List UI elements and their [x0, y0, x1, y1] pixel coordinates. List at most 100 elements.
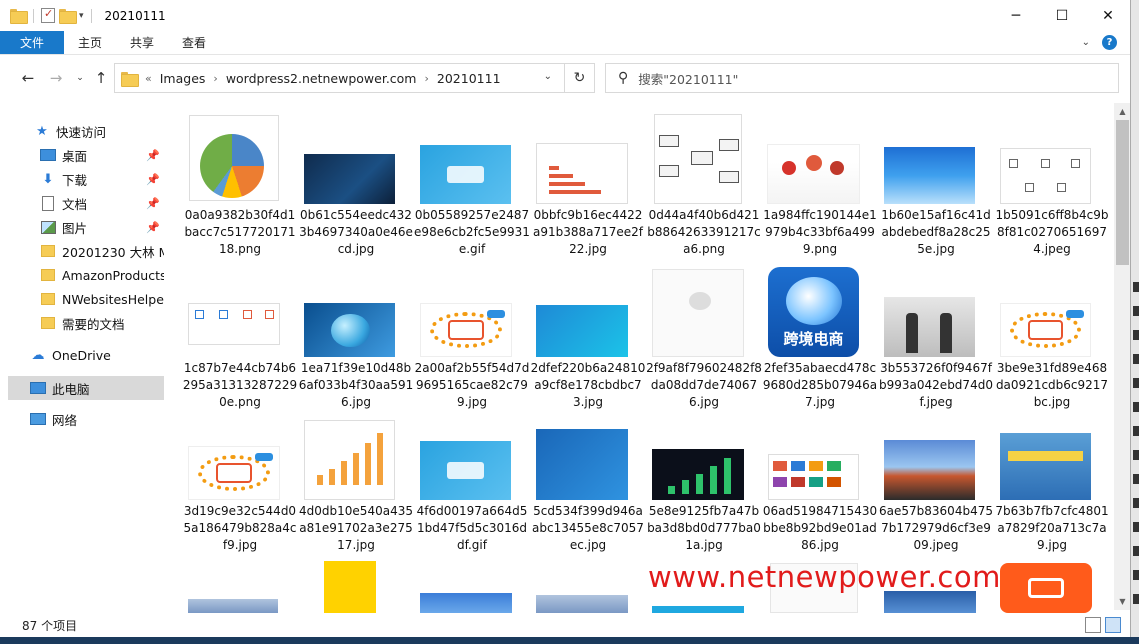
nav-item-downloads[interactable]: ⬇ 下载 📌	[0, 167, 164, 191]
pin-icon[interactable]: 📌	[146, 197, 160, 210]
breadcrumb-item[interactable]: wordpress2.netnewpower.com	[226, 71, 417, 86]
address-dropdown-icon[interactable]: ⌄	[544, 71, 552, 82]
file-name: 5e8e9125fb7a47bba3d8bd0d777ba01a.jpg	[647, 504, 761, 552]
background-window-mark	[1133, 426, 1139, 436]
background-window-mark	[1133, 450, 1139, 460]
status-bar: 87 个项目	[0, 613, 1130, 637]
new-folder-icon[interactable]	[59, 9, 77, 24]
customize-toolbar-dropdown-icon[interactable]: ▾	[79, 11, 84, 21]
file-thumbnail[interactable]	[188, 599, 278, 613]
up-arrow-icon: ↑	[94, 69, 108, 87]
breadcrumb-chevron-icon[interactable]: ›	[425, 72, 429, 85]
file-thumbnail[interactable]	[652, 606, 744, 613]
pin-icon[interactable]: 📌	[146, 221, 160, 234]
thumbnail-caption: 跨境电商	[783, 330, 844, 348]
help-icon[interactable]: ?	[1102, 35, 1117, 50]
refresh-icon: ↻	[573, 70, 586, 86]
forward-button[interactable]: →	[46, 68, 66, 88]
search-box[interactable]: ⚲ 搜索"20210111"	[605, 63, 1119, 93]
close-button[interactable]: ✕	[1085, 0, 1130, 31]
file-thumbnail	[420, 441, 511, 500]
view-switcher	[1085, 617, 1130, 633]
file-thumbnail[interactable]	[324, 561, 376, 613]
nav-label: 需要的文档	[62, 316, 125, 332]
breadcrumb-item[interactable]: 20210111	[437, 71, 501, 86]
background-window-mark	[1133, 546, 1139, 556]
file-thumbnail	[188, 303, 280, 345]
vertical-scrollbar[interactable]: ▲ ▼	[1114, 103, 1130, 610]
folder-icon	[121, 71, 139, 87]
file-name: 2dfef220b6a24810a9cf8e178cbdbc73.jpg	[530, 361, 646, 409]
documents-icon	[40, 195, 56, 211]
file-name: 3b553726f0f9467fb993a042ebd74d0f.jpeg	[879, 361, 993, 409]
breadcrumb-chevron-icon[interactable]: ›	[213, 72, 217, 85]
file-name: 1a984ffc190144e1979b4c33bf6a4999.png	[763, 208, 877, 256]
quick-access-toolbar: ▾	[0, 0, 95, 31]
tab-home[interactable]: 主页	[64, 31, 116, 54]
file-grid: 0a0a9382b30f4d1bacc7c51772017118.png 0b6…	[170, 103, 1114, 613]
nav-item-folder[interactable]: 需要的文档	[0, 311, 164, 335]
address-bar[interactable]: « Images › wordpress2.netnewpower.com › …	[114, 63, 595, 93]
nav-label: 桌面	[62, 148, 88, 164]
folder-icon	[40, 291, 56, 307]
nav-onedrive[interactable]: ☁ OneDrive	[0, 343, 164, 367]
minimize-button[interactable]: ─	[993, 0, 1039, 31]
file-thumbnail[interactable]	[1000, 563, 1092, 613]
properties-icon[interactable]	[41, 7, 55, 23]
refresh-button[interactable]: ↻	[564, 64, 594, 92]
nav-item-folder[interactable]: 20201230 大林 M2	[0, 239, 164, 263]
tab-file[interactable]: 文件	[0, 31, 64, 54]
folder-icon	[40, 315, 56, 331]
background-window-mark	[1133, 594, 1139, 604]
file-name: 3d19c9e32c544d05a186479b828a4cf9.jpg	[183, 504, 297, 552]
tab-share[interactable]: 共享	[116, 31, 168, 54]
nav-label: 快速访问	[56, 124, 107, 140]
computer-icon	[30, 380, 46, 396]
breadcrumb-item[interactable]: Images	[160, 71, 206, 86]
file-thumbnail[interactable]	[420, 593, 512, 613]
ribbon-tabs: 文件 主页 共享 查看 ⌄ ?	[0, 31, 1130, 55]
search-icon: ⚲	[618, 70, 629, 86]
up-button[interactable]: ↑	[91, 68, 111, 88]
file-thumbnail	[884, 297, 975, 357]
file-name: 1b5091c6ff8b4c9b8f81c02706516974.jpeg	[995, 208, 1109, 256]
nav-label: 下载	[62, 172, 88, 188]
background-window-mark	[1133, 354, 1139, 364]
nav-item-folder[interactable]: NWebsitesHelper	[0, 287, 164, 311]
file-thumbnail	[654, 114, 742, 204]
details-view-icon[interactable]	[1085, 617, 1101, 633]
watermark-text: www.netnewpower.com	[648, 560, 1001, 594]
nav-label: 网络	[52, 412, 78, 428]
nav-quick-access[interactable]: ★ 快速访问	[0, 119, 164, 143]
overflow-crumb[interactable]: «	[145, 72, 152, 85]
pin-icon[interactable]: 📌	[146, 173, 160, 186]
pictures-icon	[40, 219, 56, 235]
pin-icon[interactable]: 📌	[146, 149, 160, 162]
nav-item-documents[interactable]: 文档 📌	[0, 191, 164, 215]
file-thumbnail	[536, 143, 628, 204]
nav-label: 图片	[62, 220, 88, 236]
file-thumbnail	[420, 145, 511, 204]
nav-item-desktop[interactable]: 桌面 📌	[0, 143, 164, 167]
background-window-mark	[1133, 570, 1139, 580]
file-name: 0b05589257e2487e98e6cb2fc5e9931e.gif	[414, 208, 530, 256]
maximize-button[interactable]: ☐	[1039, 0, 1085, 31]
large-icons-view-icon[interactable]	[1105, 617, 1121, 633]
scrollbar-thumb[interactable]	[1116, 120, 1129, 265]
file-thumbnail[interactable]	[536, 595, 628, 613]
recent-locations-button[interactable]: ⌄	[70, 68, 90, 88]
tab-view[interactable]: 查看	[168, 31, 220, 54]
nav-network[interactable]: 网络	[0, 407, 164, 431]
nav-item-pictures[interactable]: 图片 📌	[0, 215, 164, 239]
background-window-mark	[1133, 330, 1139, 340]
expand-ribbon-chevron-icon[interactable]: ⌄	[1082, 37, 1090, 48]
folder-icon	[40, 243, 56, 259]
scroll-up-arrow-icon[interactable]: ▲	[1114, 103, 1130, 120]
nav-item-folder[interactable]: AmazonProductsL	[0, 263, 164, 287]
nav-label: AmazonProductsL	[62, 267, 164, 283]
scroll-down-arrow-icon[interactable]: ▼	[1114, 593, 1130, 610]
file-thumbnail[interactable]	[884, 591, 976, 613]
forward-arrow-icon: →	[49, 69, 63, 87]
back-button[interactable]: ←	[18, 68, 38, 88]
nav-this-pc[interactable]: 此电脑	[8, 376, 164, 400]
